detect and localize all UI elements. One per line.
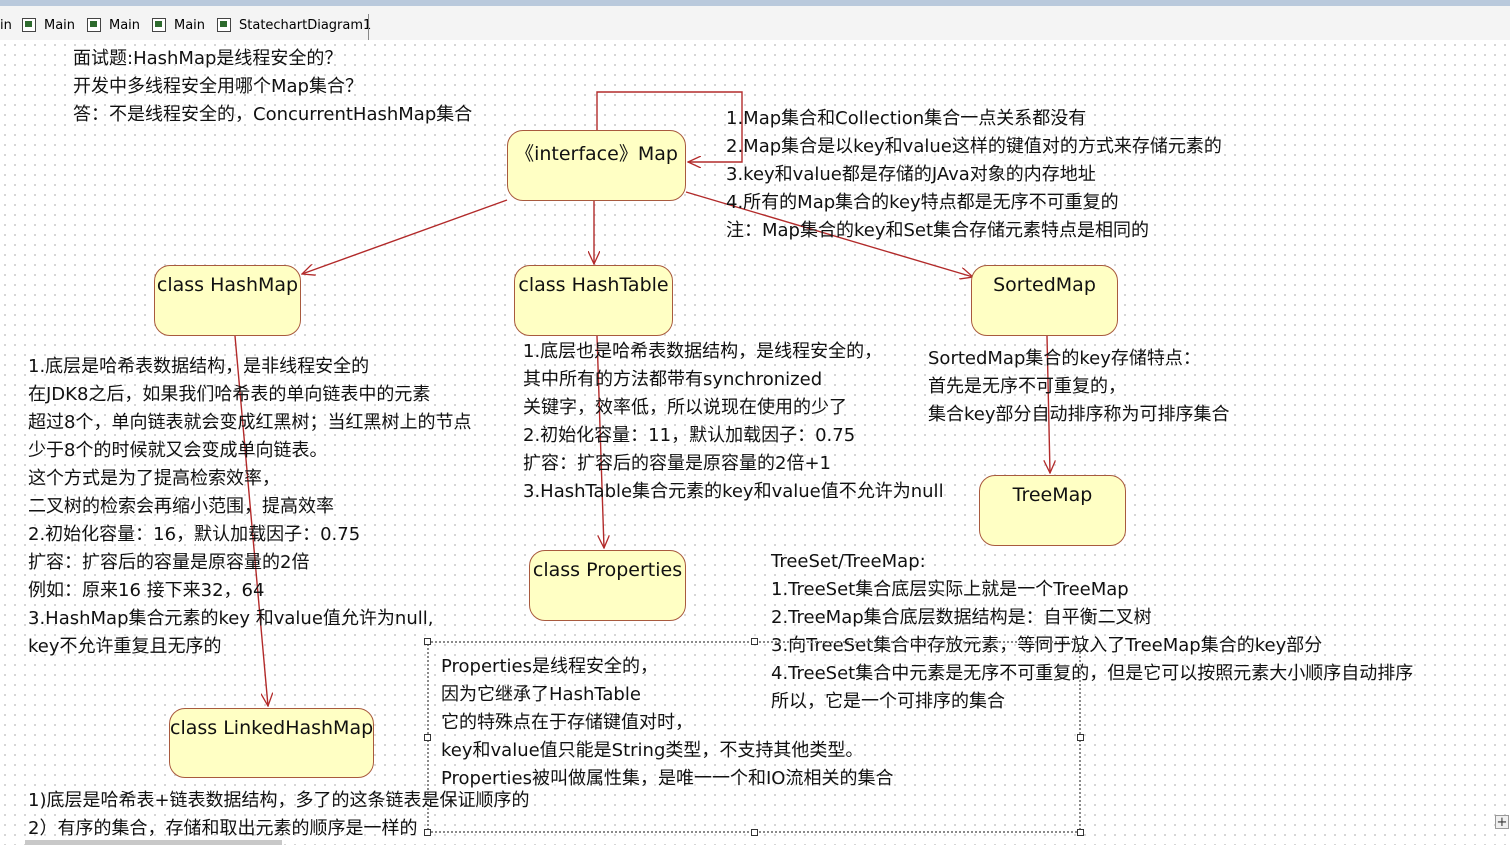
node-label: class LinkedHashMap (170, 717, 374, 739)
note-line: 3.HashTable集合元素的key和value值不允许为null (523, 481, 944, 502)
note-line: 1.底层是哈希表数据结构，是非线程安全的 (28, 356, 370, 377)
horizontal-scrollbar[interactable] (25, 840, 282, 845)
resize-handle[interactable] (751, 638, 758, 645)
node-label: TreeMap (1012, 484, 1093, 506)
note-line: 面试题:HashMap是线程安全的？ (73, 48, 343, 69)
node-hashmap[interactable]: class HashMap (154, 265, 301, 336)
note-line: 它的特殊点在于存储键值对时， (441, 712, 693, 733)
node-linkedhashmap[interactable]: class LinkedHashMap (169, 708, 374, 778)
node-hashtable[interactable]: class HashTable (514, 265, 673, 336)
node-map[interactable]: 《interface》Map (507, 130, 686, 201)
note-line: 这个方式是为了提高检索效率， (28, 468, 280, 489)
note-line: 1.TreeSet集合底层实际上就是一个TreeMap (771, 579, 1129, 600)
resize-handle[interactable] (424, 734, 431, 741)
node-label: 《interface》Map (515, 143, 678, 165)
note-line: SortedMap集合的key存储特点： (928, 348, 1201, 369)
node-properties[interactable]: class Properties (529, 550, 686, 621)
note-linkedhashmap[interactable]: 1)底层是哈希表+链表数据结构，多了的这条链表是保证顺序的 2）有序的集合，存储… (28, 787, 530, 843)
note-line: 3.HashMap集合元素的key 和value值允许为null, (28, 608, 434, 629)
note-line: TreeSet/TreeMap: (771, 551, 926, 572)
node-label: class HashMap (156, 274, 299, 296)
note-line: 扩容：扩容后的容量是原容量的2倍+1 (523, 453, 831, 474)
resize-handle[interactable] (424, 638, 431, 645)
note-hashmap[interactable]: 1.底层是哈希表数据结构，是非线程安全的 在JDK8之后，如果我们哈希表的单向链… (28, 353, 471, 661)
note-line: 2）有序的集合，存储和取出元素的顺序是一样的 (28, 818, 418, 839)
note-line: key不允许重复且无序的 (28, 636, 222, 657)
note-line: 少于8个的时候就又会变成单向链表。 (28, 440, 328, 461)
note-line: 答：不是线程安全的，ConcurrentHashMap集合 (73, 104, 473, 125)
node-sortedmap[interactable]: SortedMap (971, 265, 1118, 336)
node-label: class Properties (532, 559, 683, 581)
note-line: 2.初始化容量：11，默认加载因子：0.75 (523, 425, 856, 446)
note-line: 二叉树的检索会再缩小范围，提高效率 (28, 496, 334, 517)
note-line: 2.Map集合是以key和value这样的键值对的方式来存储元素的 (726, 136, 1222, 157)
edge-map-hashmap[interactable] (302, 199, 508, 274)
note-line: 2.初始化容量：16，默认加载因子：0.75 (28, 524, 361, 545)
note-sortedmap[interactable]: SortedMap集合的key存储特点： 首先是无序不可重复的， 集合key部分… (928, 345, 1230, 429)
note-line: 4.所有的Map集合的key特点都是无序不可重复的 (726, 192, 1119, 213)
resize-handle[interactable] (1077, 638, 1084, 645)
node-label: class HashTable (518, 274, 669, 296)
note-line: 首先是无序不可重复的， (928, 376, 1126, 397)
note-line: 2.TreeMap集合底层数据结构是：自平衡二叉树 (771, 607, 1152, 628)
note-map-features[interactable]: 1.Map集合和Collection集合一点关系都没有 2.Map集合是以key… (726, 105, 1222, 245)
resize-handle[interactable] (1077, 734, 1084, 741)
zoom-plus-icon[interactable]: + (1495, 815, 1509, 830)
note-line: Properties是线程安全的， (441, 656, 658, 677)
note-line: 1.底层也是哈希表数据结构，是线程安全的， (523, 341, 883, 362)
resize-handle[interactable] (1077, 829, 1084, 836)
note-interview[interactable]: 面试题:HashMap是线程安全的？ 开发中多线程安全用哪个Map集合？ 答：不… (73, 45, 472, 129)
note-line: 1)底层是哈希表+链表数据结构，多了的这条链表是保证顺序的 (28, 790, 530, 811)
note-line: 例如：原来16 接下来32，64 (28, 580, 265, 601)
note-line: 关键字，效率低，所以说现在使用的少了 (523, 397, 847, 418)
note-line: 3.key和value都是存储的JAva对象的内存地址 (726, 164, 1096, 185)
note-properties[interactable]: Properties是线程安全的， 因为它继承了HashTable 它的特殊点在… (441, 653, 893, 793)
note-line: 开发中多线程安全用哪个Map集合？ (73, 76, 363, 97)
note-line: 其中所有的方法都带有synchronized (523, 369, 823, 390)
note-line: 1.Map集合和Collection集合一点关系都没有 (726, 108, 1087, 129)
node-treemap[interactable]: TreeMap (979, 475, 1126, 546)
resize-handle[interactable] (751, 829, 758, 836)
note-line: 集合key部分自动排序称为可排序集合 (928, 404, 1230, 425)
node-label: SortedMap (993, 274, 1096, 296)
note-line: 在JDK8之后，如果我们哈希表的单向链表中的元素 (28, 384, 431, 405)
note-line: 注：Map集合的key和Set集合存储元素特点是相同的 (726, 220, 1150, 241)
note-line: 扩容：扩容后的容量是原容量的2倍 (28, 552, 310, 573)
note-line: 超过8个，单向链表就会变成红黑树；当红黑树上的节点 (28, 412, 472, 433)
note-line: key和value值只能是String类型，不支持其他类型。 (441, 740, 864, 761)
note-hashtable[interactable]: 1.底层也是哈希表数据结构，是线程安全的， 其中所有的方法都带有synchron… (523, 338, 944, 506)
note-line: 因为它继承了HashTable (441, 684, 641, 705)
